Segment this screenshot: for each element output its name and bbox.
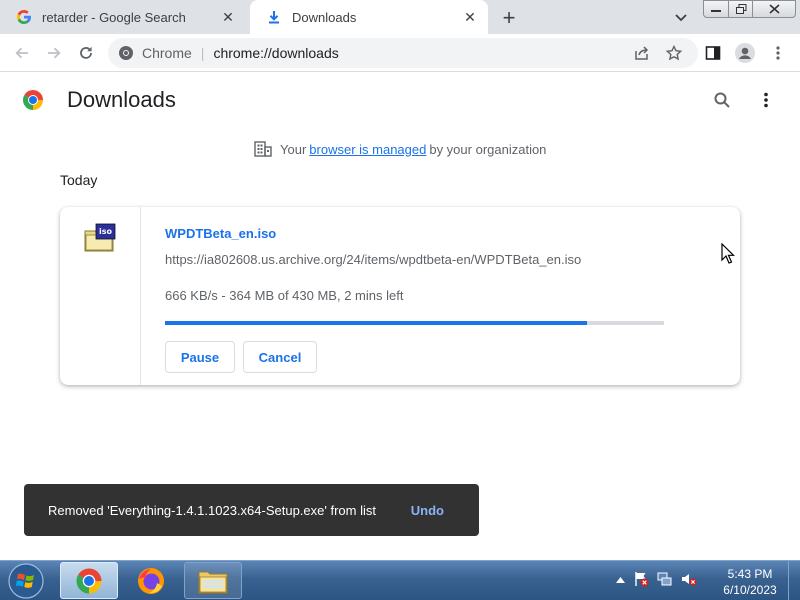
omnibox-site-label: Chrome (142, 45, 192, 61)
download-source-url[interactable]: https://ia802608.us.archive.org/24/items… (165, 252, 581, 267)
page-title: Downloads (67, 87, 176, 112)
toast-message: Removed 'Everything-1.4.1.1023.x64-Setup… (48, 502, 376, 518)
windows-taskbar: 5:43 PM 6/10/2023 (0, 560, 800, 600)
downloads-header: Downloads (0, 72, 800, 128)
card-divider (140, 207, 141, 385)
cancel-button[interactable]: Cancel (243, 341, 317, 373)
reload-icon[interactable] (73, 40, 99, 66)
volume-muted-icon[interactable] (681, 571, 697, 590)
forward-arrow-icon[interactable] (41, 40, 67, 66)
iso-icon-label: iso (99, 227, 113, 236)
tab-downloads[interactable]: Downloads ✕ (250, 0, 488, 34)
minimize-window-button[interactable] (703, 0, 729, 18)
network-icon[interactable] (657, 571, 673, 590)
download-progress-fill (165, 321, 588, 325)
close-tab-icon[interactable]: ✕ (460, 7, 480, 27)
browser-toolbar: Chrome | chrome://downloads (0, 34, 800, 72)
building-icon (254, 141, 272, 157)
search-downloads-icon[interactable] (710, 88, 734, 112)
browser-menu-icon[interactable] (765, 40, 791, 66)
removed-from-list-toast: Removed 'Everything-1.4.1.1023.x64-Setup… (24, 484, 479, 536)
taskbar-clock[interactable]: 5:43 PM 6/10/2023 (716, 566, 784, 598)
restore-window-button[interactable] (728, 0, 754, 18)
date-header: Today (60, 172, 98, 188)
share-icon[interactable] (629, 40, 655, 66)
download-status-text: 666 KB/s - 364 MB of 430 MB, 2 mins left (165, 288, 404, 303)
new-tab-button[interactable]: + (497, 6, 521, 30)
download-item-card: iso WPDTBeta_en.iso https://ia802608.us.… (60, 207, 740, 385)
download-progress-bar (165, 321, 664, 325)
managed-text-after: by your organization (429, 141, 547, 157)
tab-search-chevron-icon[interactable] (671, 8, 691, 28)
taskbar-chrome-icon[interactable] (60, 562, 118, 599)
chrome-logo-icon (23, 90, 43, 110)
more-actions-icon[interactable] (754, 88, 778, 112)
tab-title: retarder - Google Search (42, 9, 186, 25)
clock-date: 6/10/2023 (723, 583, 777, 597)
windows-start-button[interactable] (4, 562, 48, 600)
show-hidden-icons-icon[interactable] (616, 575, 625, 586)
managed-text-before: Your (280, 141, 307, 157)
omnibox-separator: | (200, 45, 205, 61)
download-file-name-link[interactable]: WPDTBeta_en.iso (165, 226, 276, 241)
undo-button[interactable]: Undo (411, 503, 444, 518)
action-center-flag-icon[interactable] (633, 571, 649, 590)
show-desktop-button[interactable] (788, 561, 800, 600)
tab-google-search[interactable]: retarder - Google Search ✕ (0, 0, 246, 34)
system-tray (616, 571, 697, 590)
managed-notice: Your browser is managed by your organiza… (254, 140, 546, 158)
pause-button[interactable]: Pause (165, 341, 235, 373)
google-g-icon (16, 9, 32, 25)
taskbar-file-explorer-icon[interactable] (184, 562, 242, 599)
back-arrow-icon[interactable] (9, 40, 35, 66)
address-bar[interactable]: Chrome | chrome://downloads (108, 38, 698, 68)
mouse-cursor-icon (721, 243, 735, 264)
omnibox-url[interactable]: chrome://downloads (213, 45, 338, 61)
chrome-page-icon (118, 45, 134, 61)
tab-strip: retarder - Google Search ✕ Downloads ✕ + (0, 0, 800, 34)
profile-avatar-icon[interactable] (732, 40, 758, 66)
side-panel-icon[interactable] (700, 40, 726, 66)
tab-title: Downloads (292, 9, 357, 25)
download-icon (266, 9, 282, 25)
close-window-button[interactable] (752, 0, 796, 18)
bookmark-star-icon[interactable] (661, 40, 687, 66)
clock-time: 5:43 PM (727, 567, 773, 581)
browser-managed-link[interactable]: browser is managed (309, 142, 426, 157)
close-tab-icon[interactable]: ✕ (218, 7, 238, 27)
iso-file-icon: iso (84, 223, 116, 252)
taskbar-firefox-icon[interactable] (122, 562, 180, 599)
